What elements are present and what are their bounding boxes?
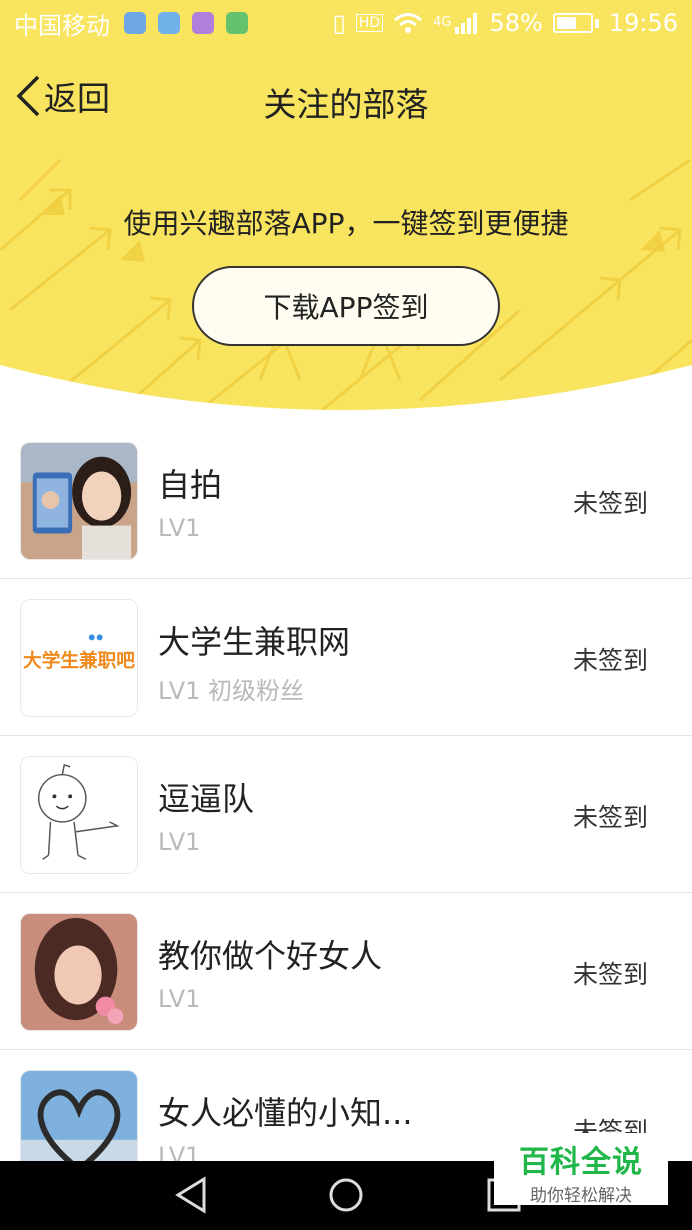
sign-in-status[interactable]: 未签到 [573,798,648,834]
tribe-level: LV1 [158,828,201,856]
watermark-subtitle: 助你轻松解决 [530,1186,632,1206]
tribe-avatar-woman [20,913,138,1031]
qq-notification-icon [124,12,146,34]
wifi-icon [394,13,423,33]
list-item[interactable]: 大学生兼职吧 大学生兼职网 LV1 初级粉丝 未签到 [0,579,692,736]
network-type-label: 4G [433,15,452,30]
sign-in-status[interactable]: 未签到 [573,641,648,677]
notification-icons [124,12,248,34]
tribe-name: 自拍 [158,466,223,504]
tribe-list: 自拍 LV1 未签到 大学生兼职吧 大学生兼职网 LV1 初级粉丝 未签到 逗逼… [0,422,692,1207]
page-title: 关注的部落 [263,85,429,124]
watermark: 百科全说 助你轻松解决 [494,1133,668,1206]
nav-bar: 返回 关注的部落 [0,60,692,132]
home-circle-icon[interactable] [326,1175,366,1215]
sign-in-status[interactable]: 未签到 [573,955,648,991]
download-app-button[interactable]: 下载APP签到 [192,266,500,346]
tribe-avatar-jobs: 大学生兼职吧 [20,599,138,717]
promo-text: 使用兴趣部落APP，一键签到更便捷 [123,207,569,240]
status-bar: 中国移动 ▯ HD 4G 58% 19:56 [0,0,692,46]
header-curve [0,365,692,430]
carrier-label: 中国移动 [14,11,110,40]
list-item[interactable]: 逗逼队 LV1 未签到 [0,736,692,893]
hd-icon: HD [355,14,384,32]
back-triangle-icon[interactable] [172,1175,212,1215]
signal-icon [455,13,478,34]
status-right: ▯ HD 4G 58% 19:56 [333,9,678,37]
play-notification-icon [226,12,248,34]
vibrate-icon: ▯ [332,9,346,37]
list-item[interactable]: 自拍 LV1 未签到 [0,422,692,579]
tribe-name: 大学生兼职网 [158,623,351,661]
tribe-name: 女人必懂的小知... [158,1094,413,1132]
tribe-name: 逗逼队 [158,780,255,818]
tribe-name: 教你做个好女人 [158,937,383,975]
tribe-level: LV1 [158,514,201,542]
sign-in-status[interactable]: 未签到 [573,484,648,520]
clock: 19:56 [608,9,678,37]
battery-icon [552,13,599,33]
list-item[interactable]: 教你做个好女人 LV1 未签到 [0,893,692,1050]
tribe-level: LV1 [158,985,201,1013]
tribe-avatar-doodle [20,756,138,874]
watermark-title: 百科全说 [519,1145,643,1180]
tribe-avatar-selfie [20,442,138,560]
battery-percent: 58% [489,9,543,37]
tribe-level: LV1 初级粉丝 [158,677,305,705]
message-notification-icon [158,12,180,34]
gallery-notification-icon [192,12,214,34]
